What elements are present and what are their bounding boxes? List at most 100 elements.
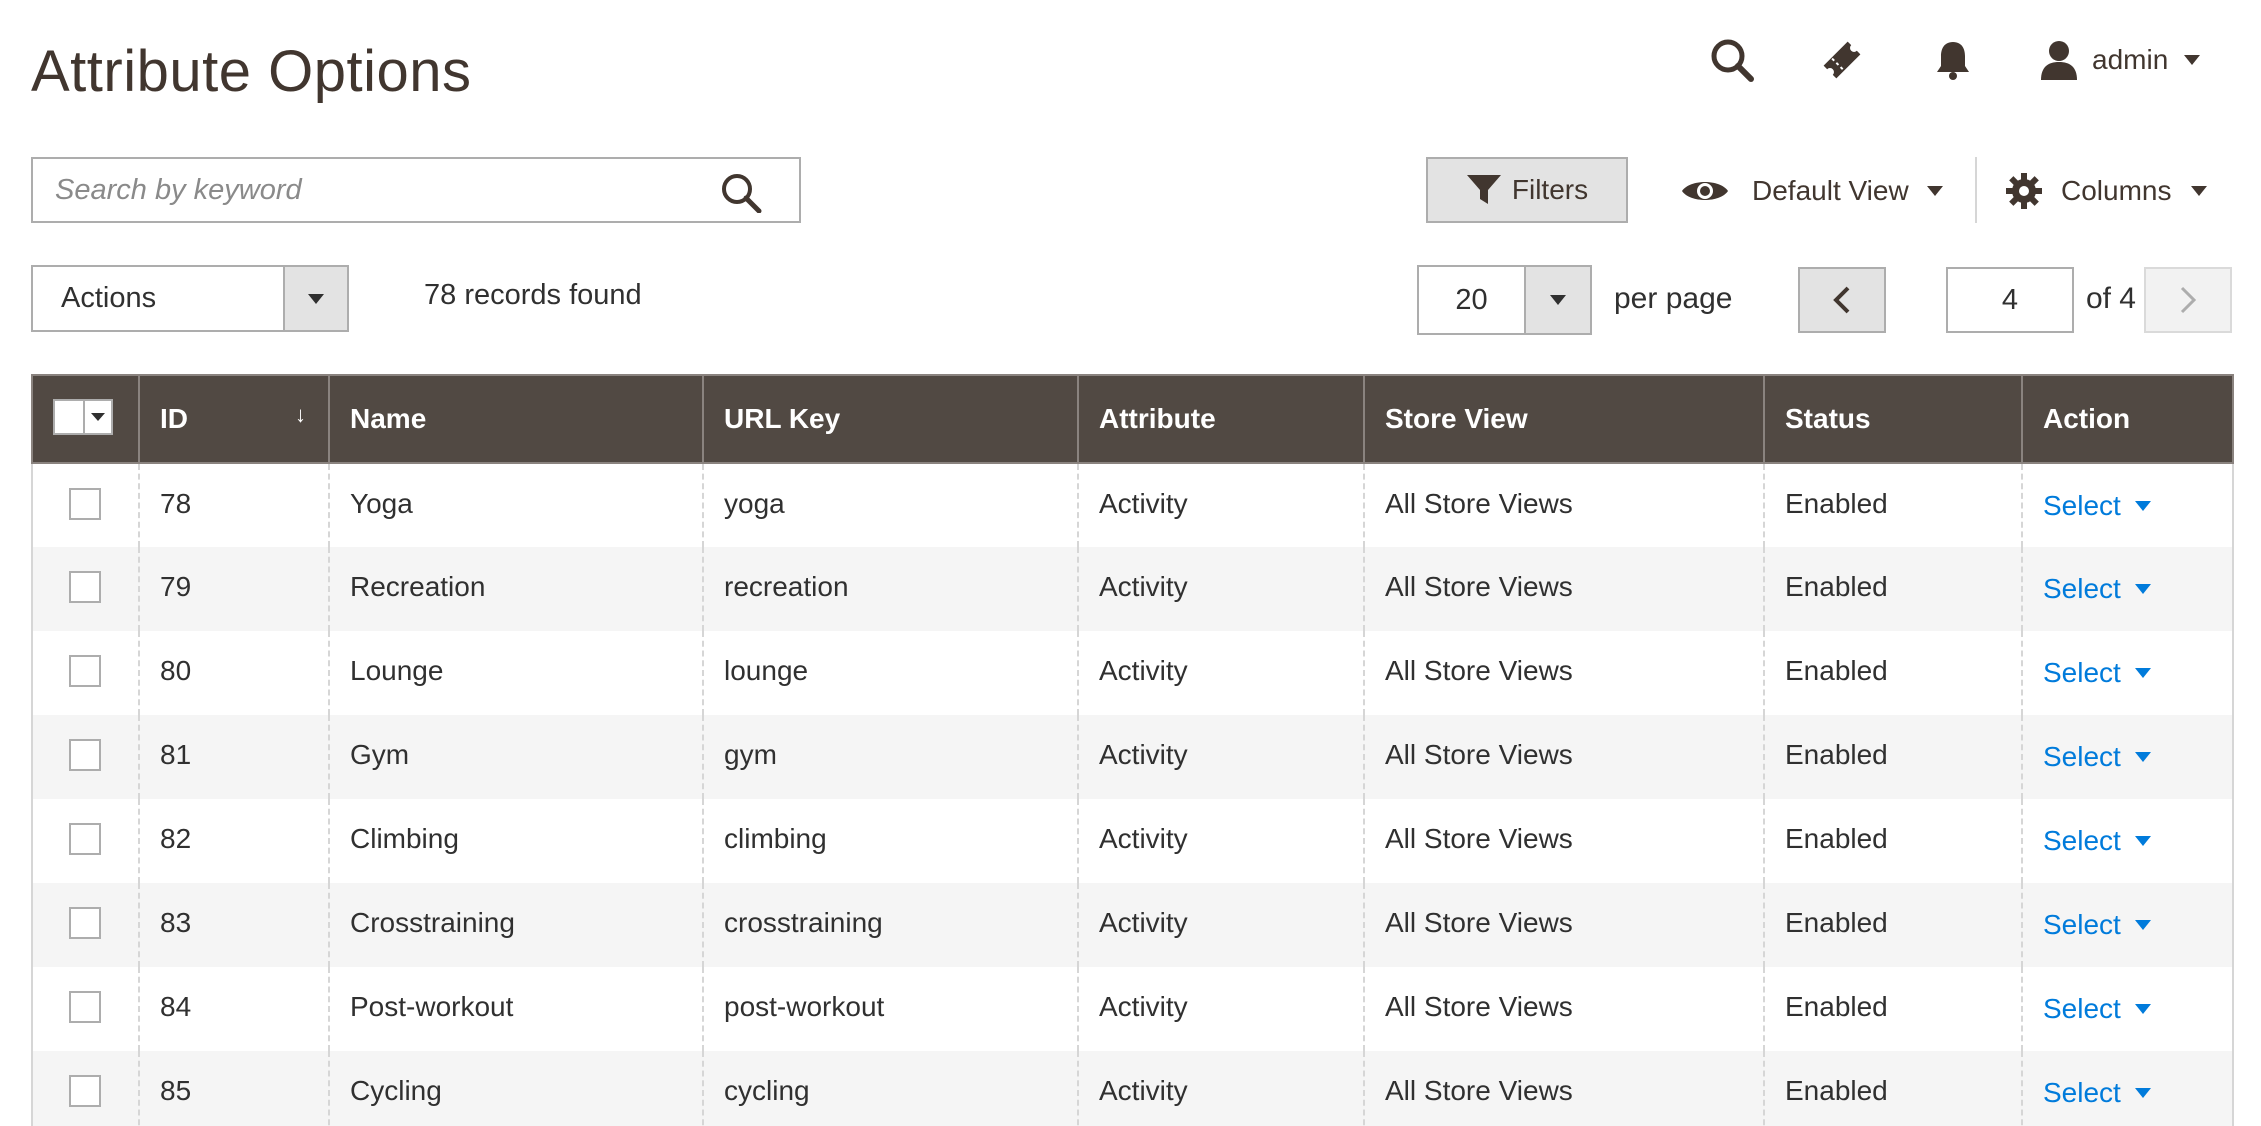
cell-name: Crosstraining	[329, 883, 704, 967]
chevron-down-icon	[2134, 836, 2151, 846]
row-checkbox[interactable]	[69, 488, 101, 520]
search-icon	[1711, 39, 1754, 82]
column-header-name[interactable]: Name	[329, 374, 704, 464]
cell-store-view: All Store Views	[1364, 1051, 1765, 1126]
mass-select-toggle[interactable]	[85, 412, 111, 421]
global-search-button[interactable]	[1708, 36, 1756, 84]
cell-status: Enabled	[1764, 799, 2023, 883]
row-checkbox[interactable]	[69, 907, 101, 939]
columns-button[interactable]: Columns	[2005, 160, 2208, 222]
chevron-down-icon	[2134, 584, 2151, 594]
row-checkbox-cell	[31, 883, 140, 967]
chevron-right-icon	[2180, 286, 2197, 314]
system-messages-button[interactable]	[1818, 36, 1866, 84]
per-page-toggle[interactable]	[1524, 267, 1590, 333]
row-action-select[interactable]: Select	[2043, 907, 2151, 941]
mass-select-dropdown[interactable]	[53, 398, 113, 435]
cell-status: Enabled	[1764, 631, 2023, 715]
cell-status: Enabled	[1764, 715, 2023, 799]
cell-action: Select	[2022, 463, 2234, 547]
row-action-select[interactable]: Select	[2043, 1075, 2151, 1109]
column-header-id[interactable]: ID ↓	[139, 374, 330, 464]
row-action-select[interactable]: Select	[2043, 739, 2151, 773]
row-action-select[interactable]: Select	[2043, 823, 2151, 857]
actions-toggle[interactable]	[283, 267, 347, 330]
table-row[interactable]: 83 Crosstraining crosstraining Activity …	[31, 883, 2234, 967]
table-row[interactable]: 82 Climbing climbing Activity All Store …	[31, 799, 2234, 883]
row-checkbox[interactable]	[69, 571, 101, 603]
per-page-select[interactable]: 20	[1417, 265, 1592, 335]
row-action-label: Select	[2043, 490, 2121, 521]
next-page-button[interactable]	[2144, 267, 2232, 333]
cell-id: 84	[139, 967, 330, 1051]
row-action-select[interactable]: Select	[2043, 655, 2151, 689]
column-header-label: Name	[350, 403, 427, 434]
row-action-label: Select	[2043, 573, 2121, 604]
search-submit-button[interactable]	[719, 171, 763, 214]
row-action-label: Select	[2043, 909, 2121, 940]
row-checkbox[interactable]	[69, 739, 101, 771]
actions-label: Actions	[61, 282, 157, 314]
cell-attribute: Activity	[1078, 547, 1365, 631]
row-checkbox-cell	[31, 463, 140, 547]
table-row[interactable]: 80 Lounge lounge Activity All Store View…	[31, 631, 2234, 715]
row-checkbox-cell	[31, 967, 140, 1051]
view-switcher[interactable]: Default View	[1680, 160, 1943, 222]
row-action-select[interactable]: Select	[2043, 991, 2151, 1025]
table-row[interactable]: 85 Cycling cycling Activity All Store Vi…	[31, 1051, 2234, 1126]
cell-status: Enabled	[1764, 463, 2023, 547]
chevron-down-icon	[1550, 295, 1566, 305]
chevron-down-icon	[2134, 668, 2151, 678]
row-checkbox[interactable]	[69, 991, 101, 1023]
mass-select-checkbox[interactable]	[55, 400, 85, 433]
column-header-status[interactable]: Status	[1764, 374, 2023, 464]
cell-status: Enabled	[1764, 1051, 2023, 1126]
cell-id: 83	[139, 883, 330, 967]
cell-status: Enabled	[1764, 547, 2023, 631]
previous-page-button[interactable]	[1798, 267, 1886, 333]
cell-attribute: Activity	[1078, 883, 1365, 967]
table-row[interactable]: 81 Gym gym Activity All Store Views Enab…	[31, 715, 2234, 799]
row-checkbox[interactable]	[69, 655, 101, 687]
cell-attribute: Activity	[1078, 715, 1365, 799]
row-checkbox-cell	[31, 799, 140, 883]
cell-attribute: Activity	[1078, 463, 1365, 547]
cell-action: Select	[2022, 631, 2234, 715]
cell-action: Select	[2022, 715, 2234, 799]
divider	[1975, 157, 1977, 223]
row-action-label: Select	[2043, 825, 2121, 856]
row-action-select[interactable]: Select	[2043, 571, 2151, 605]
row-checkbox[interactable]	[69, 823, 101, 855]
row-checkbox[interactable]	[69, 1075, 101, 1107]
chevron-down-icon	[2134, 501, 2151, 511]
cell-name: Yoga	[329, 463, 704, 547]
search-input[interactable]	[33, 173, 693, 207]
cell-attribute: Activity	[1078, 631, 1365, 715]
filters-button[interactable]: Filters	[1426, 157, 1628, 223]
ticket-icon	[1823, 41, 1861, 79]
cell-store-view: All Store Views	[1364, 547, 1765, 631]
row-action-select[interactable]: Select	[2043, 488, 2151, 522]
current-page-input[interactable]	[1946, 267, 2074, 333]
cell-store-view: All Store Views	[1364, 631, 1765, 715]
column-header-url-key[interactable]: URL Key	[703, 374, 1079, 464]
search-icon	[722, 174, 762, 214]
column-header-attribute[interactable]: Attribute	[1078, 374, 1365, 464]
notifications-button[interactable]	[1929, 36, 1977, 84]
column-header-label: URL Key	[724, 403, 841, 434]
user-menu[interactable]: admin	[2040, 38, 2201, 82]
column-header-label: Store View	[1385, 403, 1528, 434]
table-row[interactable]: 84 Post-workout post-workout Activity Al…	[31, 967, 2234, 1051]
column-header-store-view[interactable]: Store View	[1364, 374, 1765, 464]
table-row[interactable]: 78 Yoga yoga Activity All Store Views En…	[31, 463, 2234, 547]
filter-icon	[1466, 175, 1501, 204]
row-checkbox-cell	[31, 1051, 140, 1126]
cell-url-key: climbing	[703, 799, 1079, 883]
actions-dropdown[interactable]: Actions	[31, 265, 349, 332]
cell-action: Select	[2022, 883, 2234, 967]
chevron-down-icon	[1926, 186, 1943, 196]
cell-action: Select	[2022, 799, 2234, 883]
table-row[interactable]: 79 Recreation recreation Activity All St…	[31, 547, 2234, 631]
cell-store-view: All Store Views	[1364, 967, 1765, 1051]
user-icon	[2041, 41, 2077, 80]
